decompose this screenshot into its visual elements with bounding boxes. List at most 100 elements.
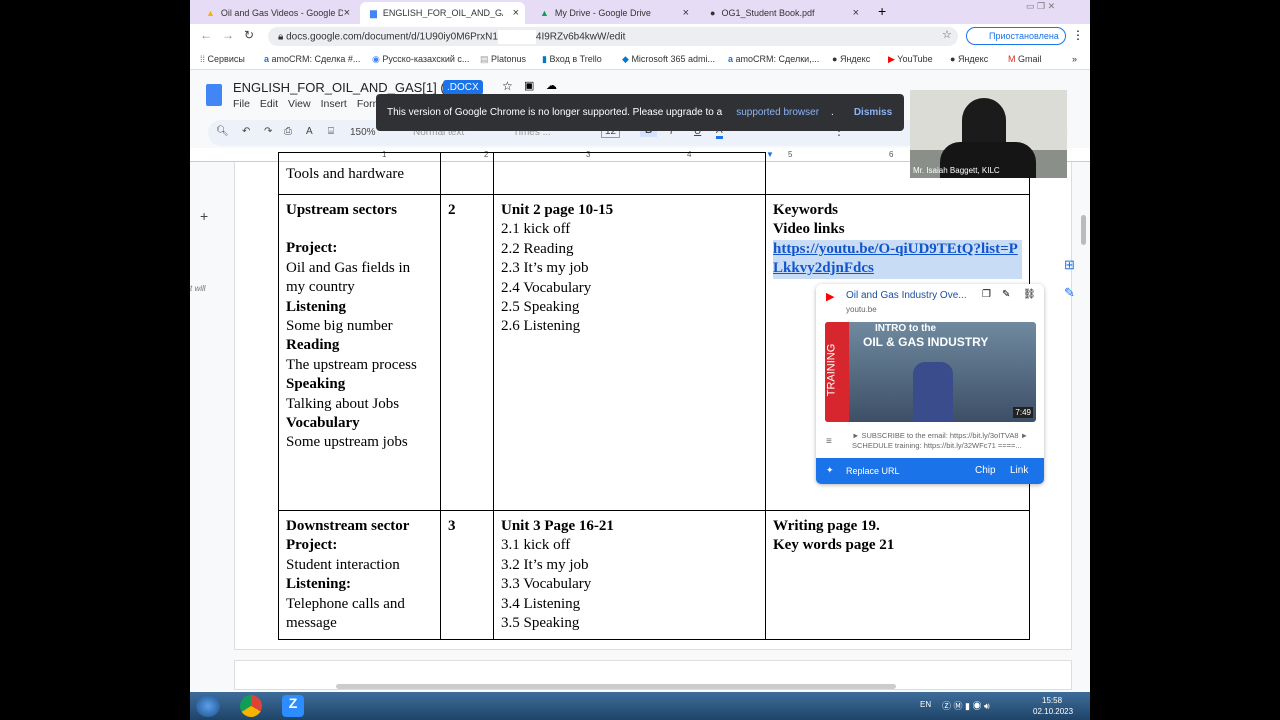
suggest-edit-icon[interactable]: ✎ [1064,285,1075,301]
video-thumbnail[interactable]: TRAINING INTRO to the OIL & GAS INDUSTRY… [825,322,1036,422]
globe-icon: ● [710,8,716,18]
table-cell[interactable]: Unit 3 Page 16-21 3.1 kick off 3.2 It’s my… [493,509,766,641]
menu-file[interactable]: File [233,98,250,110]
cell-line: Unit 2 page 10-15 [501,202,614,218]
cell-line: 2.3 It’s my job [501,260,589,277]
bookmark[interactable]: ▶ YouTube [888,54,933,65]
table-cell[interactable]: 3 [440,509,494,641]
print-icon[interactable]: ⎙ [284,126,292,137]
unsupported-browser-toast: This version of Google Chrome is no long… [376,94,904,131]
profile-button[interactable]: Приостановлена [966,27,1066,45]
vertical-scrollbar[interactable] [1081,215,1086,245]
move-icon[interactable]: ▣ [524,79,534,92]
video-call-overlay: Mr. Isaiah Baggett, KILC [910,90,1067,178]
tab-oil-gas-videos[interactable]: ▲Oil and Gas Videos - Google Drive× [196,2,356,24]
bookmark[interactable]: ▮ Вход в Trello [542,54,602,65]
chrome-icon[interactable] [240,695,262,717]
bookmark[interactable]: ▤ Platonus [480,54,526,65]
menu-icon[interactable]: ⋮ [1072,28,1084,42]
docx-badge[interactable]: .DOCX [443,80,483,95]
cell-line: Speaking [286,376,346,393]
tab-student-book[interactable]: ● OG1_Student Book.pdf × [700,2,865,24]
search-icon[interactable]: 🔍︎ [216,126,229,137]
cell-line: 2.6 Listening [501,318,581,335]
zoom-app-icon[interactable]: Z [282,695,304,717]
spellcheck-icon[interactable]: A [306,126,313,137]
cell-line: 3.1 kick off [501,537,571,554]
table-cell[interactable] [493,152,766,195]
doc-title[interactable]: ENGLISH_FOR_OIL_AND_GAS[1] (1) [233,80,456,95]
chip-button[interactable]: Chip [975,465,996,476]
bookmark[interactable]: ◉ Русско-казахский с... [372,54,469,65]
horizontal-scrollbar[interactable] [336,684,896,689]
new-tab-button[interactable]: + [878,3,886,19]
menu-view[interactable]: View [288,98,311,110]
cell-line: Oil and Gas fields in my country [286,259,411,296]
cell-line: Some big number [286,318,393,335]
table-cell[interactable]: Writing page 19. Key words page 21 [765,509,1030,641]
add-comment-icon[interactable]: + [200,208,208,224]
table-cell[interactable] [440,152,494,195]
link-title[interactable]: Oil and Gas Industry Ove... [846,290,967,301]
bookmark[interactable]: M Gmail [1008,54,1042,64]
reload-button[interactable]: ↻ [244,28,254,42]
cell-line: Video links [773,221,845,238]
language-indicator[interactable]: EN [920,700,931,709]
tab-english-doc[interactable]: ▆ENGLISH_FOR_OIL_AND_GAS[1]× [360,2,525,24]
table-cell[interactable]: Unit 2 page 10-15 2.1 kick off 2.2 Reading… [493,194,766,511]
tab-my-drive[interactable]: ▲ My Drive - Google Drive × [530,2,695,24]
table-cell[interactable]: Tools and hardware [278,152,441,195]
dismiss-button[interactable]: Dismiss [854,107,892,118]
drive-icon: ▲ [206,8,215,18]
bookmark[interactable]: ● Яндекс [832,54,870,64]
menu-edit[interactable]: Edit [260,98,278,110]
add-comment-side-icon[interactable]: ⊞ [1064,257,1075,273]
replace-url-button[interactable]: Replace URL [846,466,900,476]
star-icon[interactable]: ☆ [502,79,513,93]
clock-date[interactable]: 02.10.2023 [1033,707,1073,716]
zoom-select[interactable]: 150% [350,127,376,138]
youtube-icon: ▶ [826,291,835,303]
tray-icons[interactable]: Ⓩ Ⓜ ▮ ◉ 🔊︎ [942,699,990,712]
cell-line: Student interaction [286,556,400,573]
back-button[interactable]: ← [200,28,212,42]
supported-browser-link[interactable]: supported browser [736,107,819,118]
redo-icon[interactable]: ↷ [264,126,272,137]
cell-line: 2.4 Vocabulary [501,279,592,296]
forward-button[interactable]: → [222,28,234,42]
bookmark[interactable]: ⁞⁞ Сервисы [200,54,245,64]
bookmarks-bar: ⁞⁞ Сервисы a amoCRM: Сделка #... ◉ Русск… [190,48,1090,70]
unlink-icon[interactable]: ⛓ [1023,289,1036,300]
close-tab-icon[interactable]: × [853,7,859,19]
table-cell[interactable]: Downstream sector Project: Student interac… [278,509,441,641]
docs-icon: ▆ [370,7,377,18]
close-tab-icon[interactable]: × [513,7,519,19]
more-bookmarks[interactable]: » [1072,54,1077,64]
copy-icon[interactable]: ❐ [982,289,991,300]
cell-line: 2.1 kick off [501,221,571,238]
cell-line: Upstream sectors [286,202,397,218]
link-button[interactable]: Link [1010,465,1028,476]
menu-insert[interactable]: Insert [321,98,347,110]
table-cell[interactable]: Upstream sectors Project: Oil and Gas fiel… [278,194,441,511]
url-input[interactable]: 🔒︎ docs.google.com/document/d/1U90iy0M6P… [268,27,958,46]
cell-line [286,220,433,239]
start-button[interactable] [196,695,220,717]
video-link[interactable]: https://youtu.be/O-qiUD9TEtQ?list=PLkkvy… [773,239,1022,279]
window-controls[interactable]: ▭ ❐ ✕ [1026,1,1055,12]
bookmark[interactable]: a amoCRM: Сделка #... [264,54,360,64]
close-tab-icon[interactable]: × [683,7,689,19]
bookmark[interactable]: ● Яндекс [950,54,988,64]
cell-line: Vocabulary [286,415,360,432]
star-icon[interactable]: ☆ [942,28,952,41]
clock-time[interactable]: 15:58 [1042,696,1062,705]
cloud-icon[interactable]: ☁ [546,79,557,92]
bookmark[interactable]: ◆ Microsoft 365 admi... [622,54,715,65]
close-tab-icon[interactable]: × [344,7,350,19]
paint-format-icon[interactable]: ⌸ [328,126,334,137]
edit-icon[interactable]: ✎ [1002,289,1010,300]
table-cell[interactable]: 2 [440,194,494,511]
cell-line: 3.4 Listening [501,595,581,612]
undo-icon[interactable]: ↶ [242,126,250,137]
bookmark[interactable]: a amoCRM: Сделки,... [728,54,819,64]
